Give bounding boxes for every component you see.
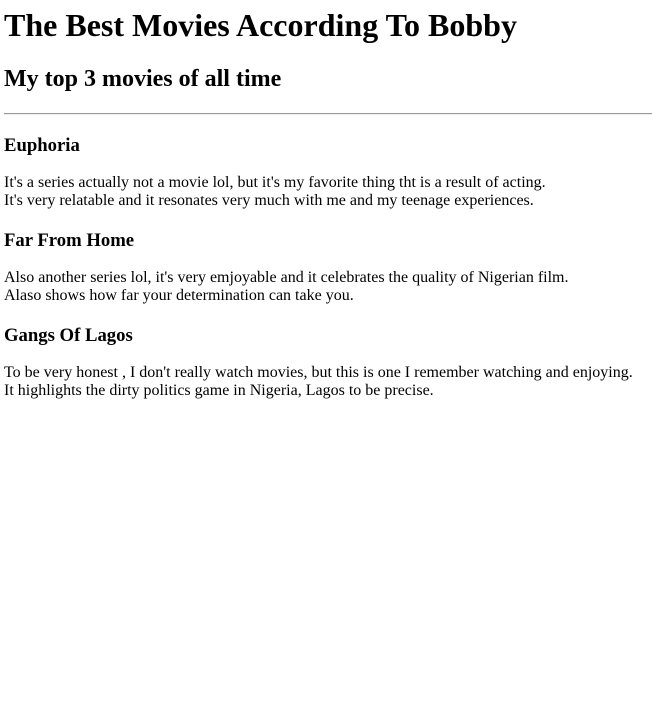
movie-description-line: It's very relatable and it resonates ver… [4, 192, 534, 209]
page-subtitle: My top 3 movies of all time [4, 66, 282, 92]
movie-entry-gangs-of-lagos: Gangs Of Lagos To be very honest , I don… [4, 305, 652, 400]
movie-entry-far-from-home: Far From Home Also another series lol, i… [4, 210, 652, 305]
movie-description-line: It highlights the dirty politics game in… [4, 382, 434, 399]
movie-title: Gangs Of Lagos [4, 325, 133, 346]
movie-title: Euphoria [4, 135, 80, 156]
movie-description: Also another series lol, it's very emjoy… [4, 269, 652, 305]
movie-description: To be very honest , I don't really watch… [4, 364, 652, 400]
page-title: The Best Movies According To Bobby [4, 7, 517, 43]
movie-description-line: Also another series lol, it's very emjoy… [4, 269, 569, 286]
movie-description-line: Alaso shows how far your determination c… [4, 287, 354, 304]
movie-title: Far From Home [4, 230, 135, 251]
movie-description-line: To be very honest , I don't really watch… [4, 364, 633, 381]
movie-description-line: It's a series actually not a movie lol, … [4, 174, 546, 191]
page: The Best Movies According To Bobby My to… [0, 0, 652, 400]
movie-description: It's a series actually not a movie lol, … [4, 174, 652, 210]
movie-entry-euphoria: Euphoria It's a series actually not a mo… [4, 115, 652, 210]
